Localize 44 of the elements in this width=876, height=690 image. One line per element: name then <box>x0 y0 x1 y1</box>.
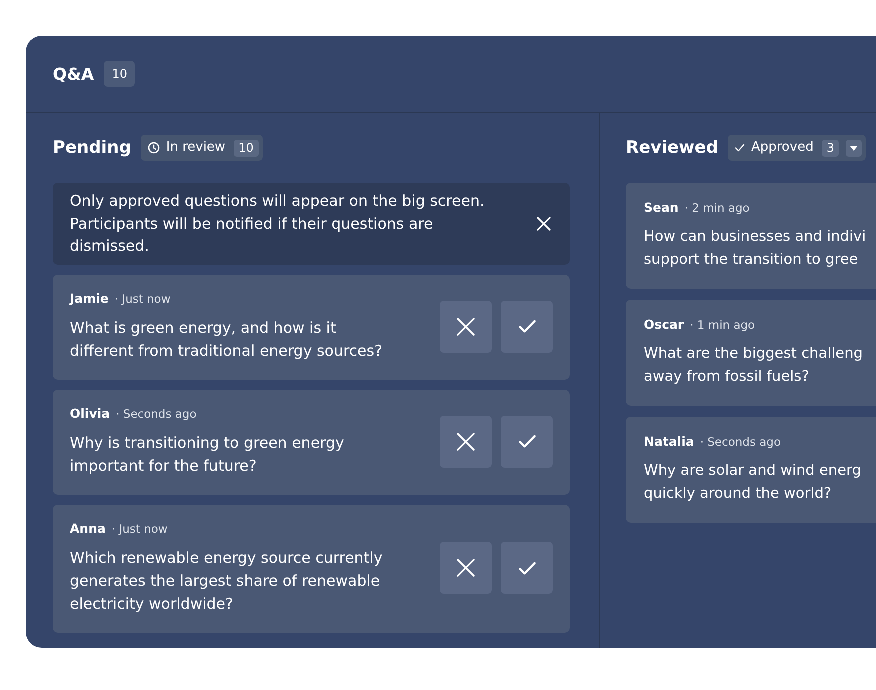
cross-icon <box>457 318 475 336</box>
count-badge: 10 <box>104 61 136 87</box>
check-icon <box>518 562 536 574</box>
author-name: Anna <box>70 520 106 536</box>
timestamp: · Seconds ago <box>116 406 197 420</box>
timestamp: · 1 min ago <box>690 318 756 332</box>
dismiss-button[interactable] <box>440 416 492 468</box>
question-text: Why are solar and wind energ quickly around the world? <box>644 462 862 504</box>
cross-icon <box>457 432 475 450</box>
author-name: Oscar <box>644 317 684 332</box>
column-title: Reviewed <box>626 138 718 158</box>
banner-text: Only approved questions will appear on the big screen. Participants will be notified if their questions are dismissed. <box>70 191 486 257</box>
timestamp: · Just now <box>114 292 171 306</box>
count-badge: 10 <box>234 140 259 156</box>
dropdown-button[interactable] <box>846 140 862 156</box>
dismiss-button[interactable] <box>440 300 492 352</box>
filter-label: In review <box>166 140 226 156</box>
author-name: Jamie <box>70 290 109 306</box>
question-text: What is green energy, and how is it different from traditional energy sources? <box>70 318 384 362</box>
filter-label: Approved <box>751 140 814 156</box>
timestamp: · 2 min ago <box>684 201 750 215</box>
cross-icon <box>457 559 475 577</box>
question-text: Why is transitioning to green energy important for the future? <box>70 432 346 476</box>
check-icon <box>518 435 536 448</box>
author-name: Olivia <box>70 406 110 420</box>
check-icon <box>735 144 746 152</box>
author-name: Natalia <box>644 434 694 449</box>
column-title: Pending <box>53 138 132 158</box>
clock-icon <box>148 142 160 154</box>
author-name: Sean <box>644 200 679 215</box>
check-icon <box>518 320 536 333</box>
question-text: What are the biggest challeng away from fossil fuels? <box>644 345 864 387</box>
count-badge: 3 <box>822 140 840 156</box>
panel-title: Q&A <box>53 64 94 84</box>
close-icon <box>537 216 551 231</box>
timestamp: · Seconds ago <box>700 435 781 449</box>
dismiss-button[interactable] <box>440 542 492 594</box>
close-button[interactable] <box>537 216 551 231</box>
status-filter[interactable]: In review 10 <box>141 135 263 161</box>
timestamp: · Just now <box>112 522 168 536</box>
caret-icon <box>850 146 858 150</box>
question-text: How can businesses and indivi support the transition to gree <box>644 228 868 270</box>
status-filter[interactable]: Approved 3 <box>728 135 866 161</box>
question-text: Which renewable energy source currently generates the largest share of renewable electricity worldwide? <box>70 548 384 614</box>
